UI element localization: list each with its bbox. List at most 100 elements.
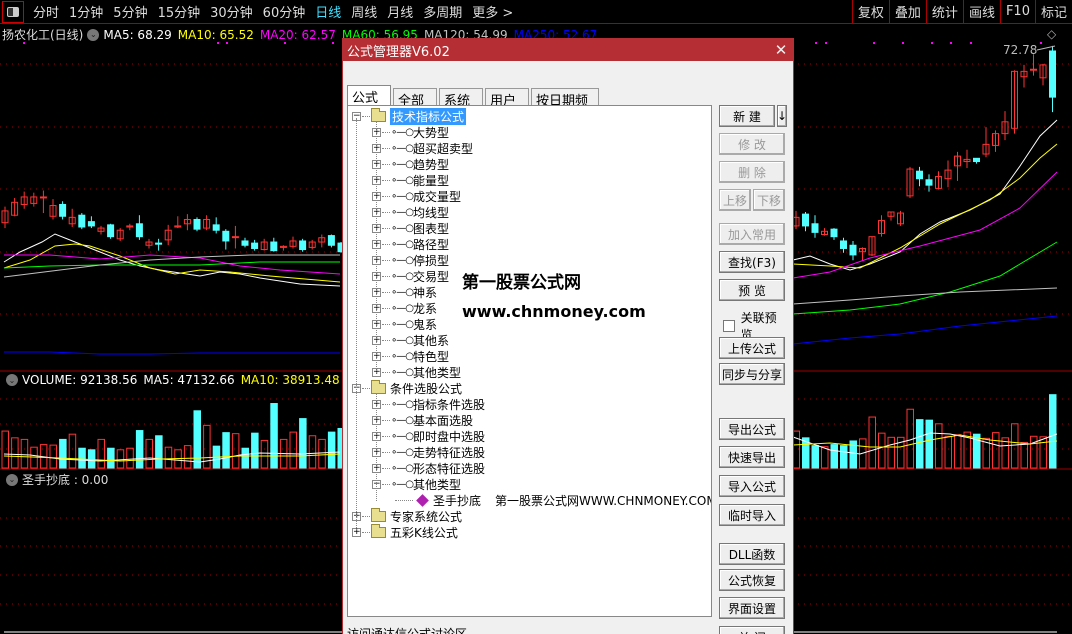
- volume-bar: [318, 438, 326, 469]
- period-tab[interactable]: 15分钟: [153, 2, 206, 21]
- tree-item[interactable]: + ∘—○ 路径型: [372, 236, 449, 252]
- legend-dropdown-icon[interactable]: ⌄: [6, 374, 18, 386]
- tree-item[interactable]: − ∘—○ 其他类型: [372, 476, 461, 492]
- tree-item[interactable]: + ∘—○ 龙系: [372, 300, 437, 316]
- sidebar-toggle-button[interactable]: [2, 0, 24, 23]
- formula-tree[interactable]: 第一股票公式网 www.chnmoney.com − 技术指标公式 + ∘—○ 大势型 +…: [347, 105, 712, 617]
- forum-link[interactable]: 访问通达信公式讨论区: [347, 625, 467, 634]
- toolbar-button[interactable]: 标记: [1034, 0, 1072, 24]
- close-icon[interactable]: ✕: [769, 41, 793, 59]
- restore-formula-button[interactable]: 公式恢复: [719, 569, 785, 591]
- new-dropdown-button[interactable]: ↓: [777, 105, 787, 127]
- period-tab[interactable]: 60分钟: [258, 2, 311, 21]
- toolbar-button[interactable]: 复权: [851, 0, 889, 24]
- tree-item[interactable]: + ∘—○ 成交量型: [372, 188, 461, 204]
- tree-item[interactable]: + ∘—○ 趋势型: [372, 156, 449, 172]
- tree-connector: [382, 291, 390, 293]
- ui-settings-button[interactable]: 界面设置: [719, 597, 785, 619]
- ma-value: MA10: 65.52: [177, 27, 254, 42]
- move-up-button[interactable]: 上移: [719, 189, 751, 211]
- dialog-titlebar[interactable]: 公式管理器V6.02 ✕: [343, 39, 793, 61]
- ma-value: MA20: 62.57: [259, 27, 336, 42]
- period-tab[interactable]: 多周期: [418, 2, 467, 21]
- tree-item[interactable]: + ∘—○ 交易型: [372, 268, 449, 284]
- period-tab[interactable]: 周线: [346, 2, 382, 21]
- upload-formula-button[interactable]: 上传公式: [719, 337, 785, 359]
- tree-item[interactable]: + ∘—○ 其他类型: [372, 364, 461, 380]
- preview-button[interactable]: 预 览: [719, 279, 785, 301]
- close-button[interactable]: 关 闭: [719, 626, 785, 634]
- volume-bar: [251, 432, 259, 469]
- period-tab[interactable]: 30分钟: [205, 2, 258, 21]
- quick-export-button[interactable]: 快速导出: [719, 446, 785, 468]
- move-down-button[interactable]: 下移: [753, 189, 785, 211]
- sync-share-button[interactable]: 同步与分享: [719, 363, 785, 385]
- temp-import-button[interactable]: 临时导入: [719, 504, 785, 526]
- tree-item[interactable]: + ∘—○ 指标条件选股: [372, 396, 485, 412]
- tree-item[interactable]: + ∘—○ 即时盘中选股: [372, 428, 485, 444]
- period-tab[interactable]: 月线: [382, 2, 418, 21]
- tree-item[interactable]: + ∘—○ 形态特征选股: [372, 460, 485, 476]
- volume-value: MA5: 47132.66: [143, 373, 235, 387]
- tree-group[interactable]: − 条件选股公式: [352, 379, 462, 396]
- period-tab[interactable]: 5分钟: [108, 2, 152, 21]
- tree-item[interactable]: + ∘—○ 停损型: [372, 252, 449, 268]
- tree-group[interactable]: + 专家系统公式: [352, 507, 462, 524]
- export-formula-button[interactable]: 导出公式: [719, 418, 785, 440]
- signal-dot: [931, 42, 933, 44]
- tree-item[interactable]: + ∘—○ 超买超卖型: [372, 140, 473, 156]
- volume-bar: [1011, 423, 1019, 469]
- tree-item[interactable]: + ∘—○ 能量型: [372, 172, 449, 188]
- folder-icon: [371, 379, 386, 394]
- key-icon: ∘—○: [391, 270, 414, 282]
- toolbar-button[interactable]: F10: [999, 0, 1035, 24]
- tree-group[interactable]: + 五彩K线公式: [352, 523, 458, 540]
- tree-item[interactable]: + ∘—○ 均线型: [372, 204, 449, 220]
- delete-button[interactable]: 删 除: [719, 161, 785, 183]
- candle-body: [78, 214, 86, 228]
- signal-dot: [1040, 42, 1042, 44]
- candle-body: [107, 224, 115, 238]
- tree-item[interactable]: + ∘—○ 大势型: [372, 124, 449, 140]
- find-button[interactable]: 查找(F3): [719, 251, 785, 273]
- toolbar-button[interactable]: 叠加: [888, 0, 926, 24]
- tab-2[interactable]: 系统: [439, 88, 483, 109]
- tab-4[interactable]: 按日期频度: [531, 88, 599, 128]
- tree-item[interactable]: + ∘—○ 特色型: [372, 348, 449, 364]
- period-toolbar: 分时 1分钟 5分钟 15分钟 30分钟 60分钟 日线 周线 月线 多周期 更多 > 复权 叠加 统计…: [0, 0, 1072, 24]
- key-icon: ∘—○: [391, 302, 414, 314]
- formula-leaf[interactable]: 圣手抄底第一股票公式网WWW.CHNMONEY.COM(用户): [394, 492, 711, 508]
- toolbar-button[interactable]: 统计: [925, 0, 963, 24]
- period-tab[interactable]: 更多 >: [467, 2, 518, 21]
- period-tab[interactable]: 1分钟: [64, 2, 108, 21]
- tree-group[interactable]: − 技术指标公式: [352, 107, 467, 125]
- tree-item[interactable]: + ∘—○ 神系: [372, 284, 437, 300]
- period-tab[interactable]: 日线: [310, 2, 346, 21]
- tree-item[interactable]: + ∘—○ 其他系: [372, 332, 449, 348]
- ma-value: MA5: 68.29: [103, 27, 172, 42]
- tree-item[interactable]: + ∘—○ 鬼系: [372, 316, 437, 332]
- key-icon: ∘—○: [391, 206, 414, 218]
- import-formula-button[interactable]: 导入公式: [719, 475, 785, 497]
- modify-button[interactable]: 修 改: [719, 133, 785, 155]
- checkbox-box[interactable]: [723, 320, 735, 332]
- add-common-button[interactable]: 加入常用: [719, 223, 785, 245]
- toolbar-button[interactable]: 画线: [962, 0, 1000, 24]
- ma10-line-left: [3, 243, 341, 283]
- tree-item[interactable]: + ∘—○ 基本面选股: [372, 412, 473, 428]
- tree-item[interactable]: + ∘—○ 走势特征选股: [372, 444, 485, 460]
- dll-function-button[interactable]: DLL函数: [719, 543, 785, 565]
- candle-body: [840, 240, 847, 249]
- candle-body: [925, 179, 933, 186]
- tree-item[interactable]: + ∘—○ 图表型: [372, 220, 449, 236]
- tab-1[interactable]: 全部: [393, 88, 437, 109]
- panel-toggle-icon: [7, 6, 19, 17]
- legend-dropdown-icon[interactable]: ⌄: [87, 28, 100, 41]
- candle-body: [135, 223, 143, 238]
- period-tab[interactable]: 分时: [28, 2, 64, 21]
- new-button[interactable]: 新 建: [719, 105, 775, 127]
- tab-0[interactable]: 公式组: [347, 85, 391, 125]
- tab-3[interactable]: 用户: [485, 88, 529, 109]
- legend-dropdown-icon[interactable]: ⌄: [6, 473, 18, 486]
- volume-bar: [887, 436, 895, 469]
